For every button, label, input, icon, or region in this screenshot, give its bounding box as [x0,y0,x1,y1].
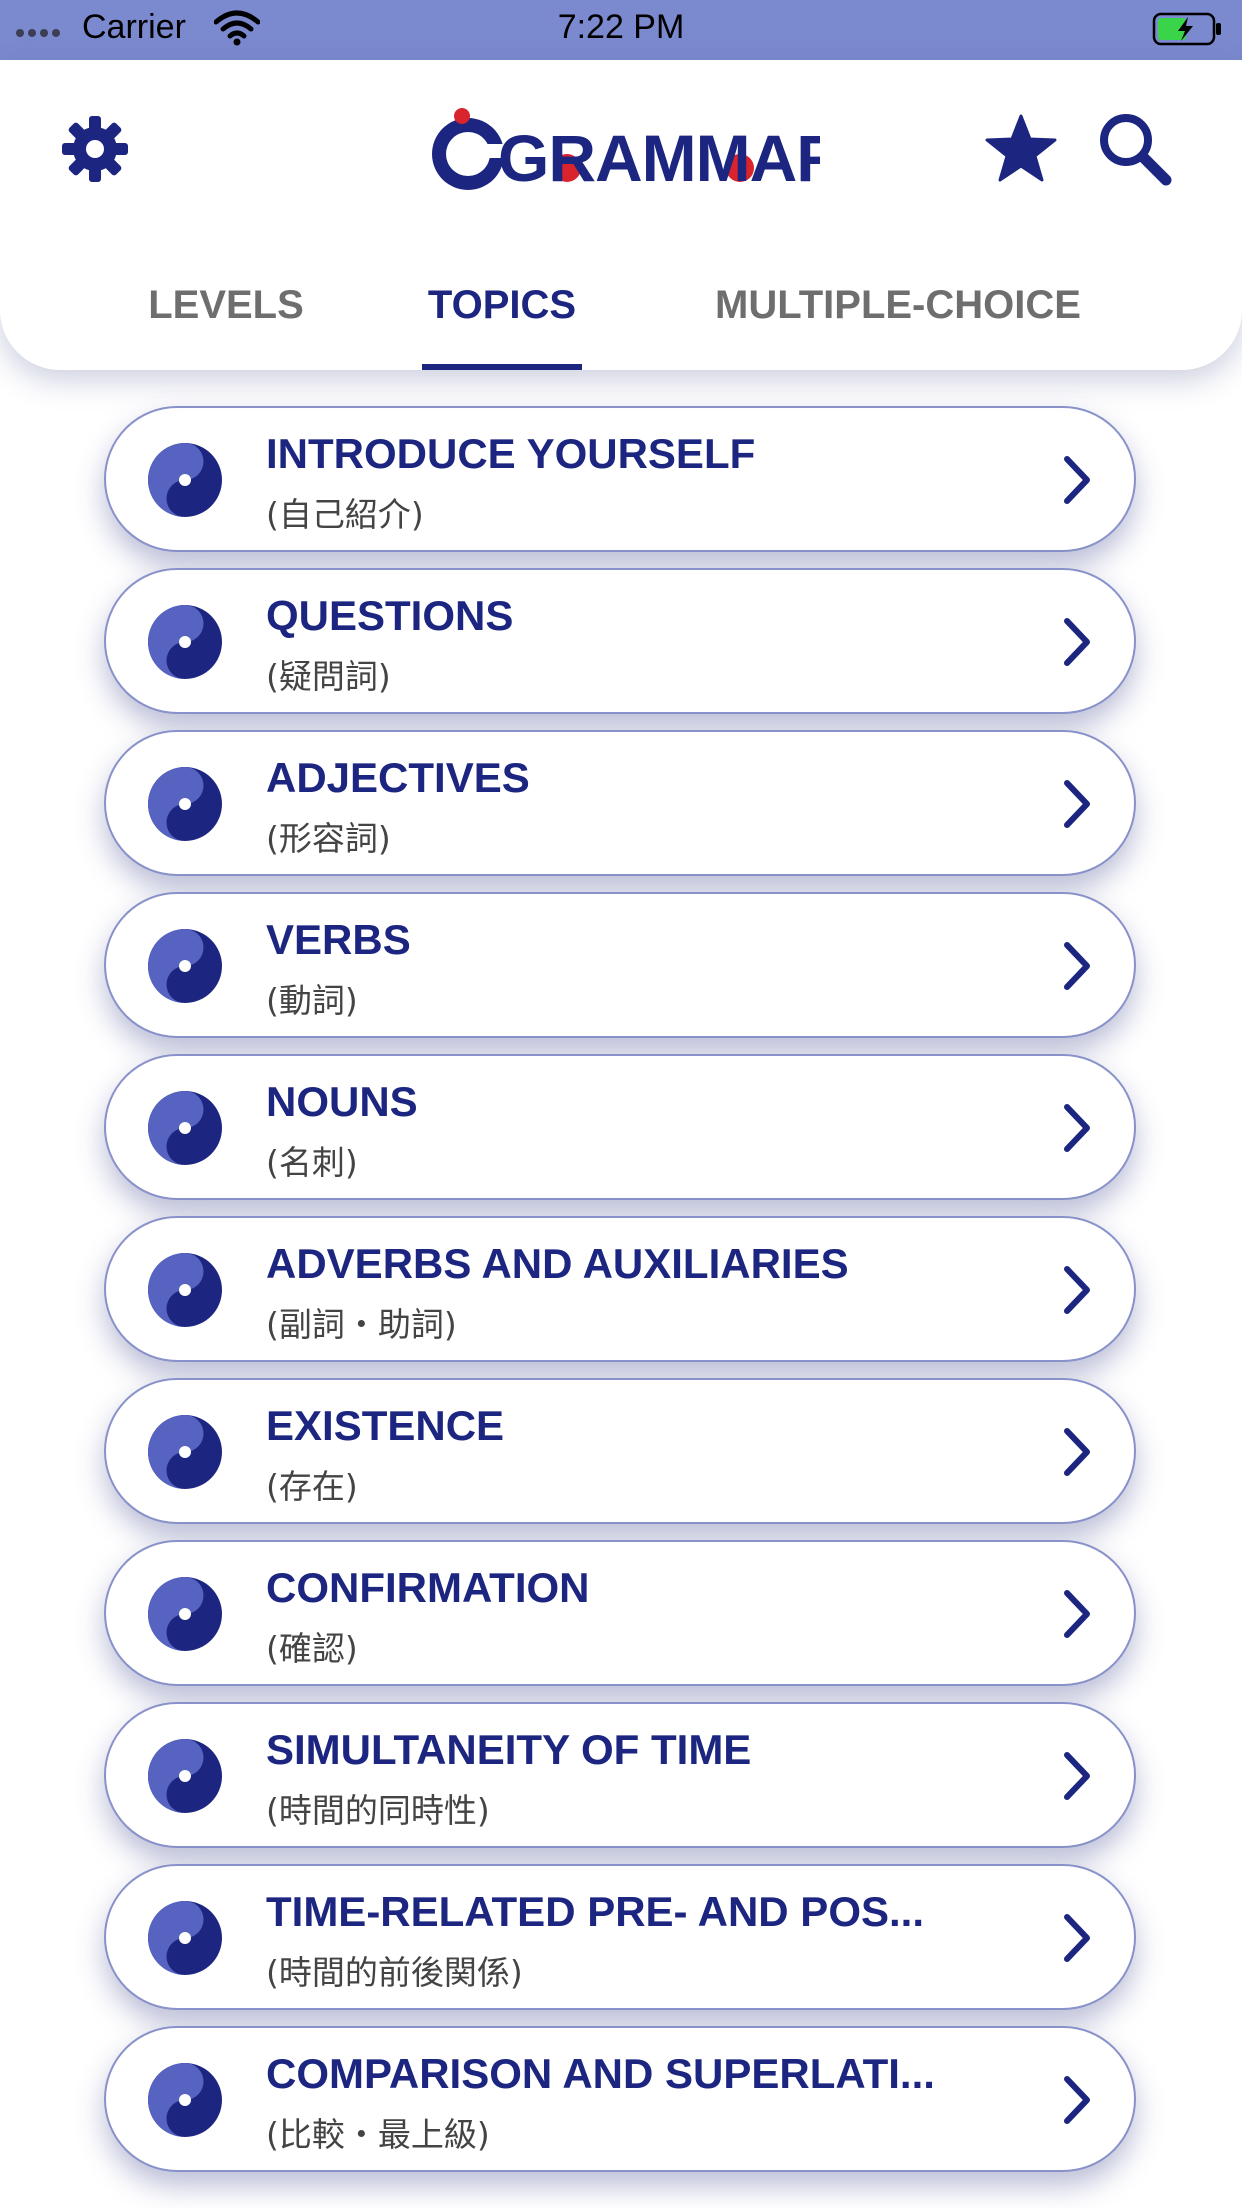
topic-subtitle: (存在) [266,1467,358,1506]
topic-subtitle: (自己紹介) [266,495,424,534]
chevron-right-icon [1062,778,1092,834]
topic-badge-icon [148,1739,222,1817]
topic-subtitle: (時間的同時性) [266,1791,490,1830]
topic-subtitle: (確認) [266,1629,358,1668]
battery-charging-icon [1152,12,1224,51]
topic-subtitle: (形容詞) [266,819,391,858]
topic-subtitle: (動詞) [266,981,358,1020]
clock: 7:22 PM [557,8,685,46]
topic-title: COMPARISON AND SUPERLATI... [266,2050,935,2097]
topic-badge-icon [148,1253,222,1331]
topic-badge-icon [148,1577,222,1655]
topic-title: INTRODUCE YOURSELF [266,430,756,477]
topic-item[interactable]: NOUNS (名刺) [104,1054,1136,1200]
topic-item[interactable]: ADJECTIVES (形容詞) [104,730,1136,876]
status-bar: Carrier 7:22 PM [0,0,1242,60]
tab-levels[interactable]: LEVELS [146,260,306,370]
topic-item[interactable]: EXISTENCE (存在) [104,1378,1136,1524]
tab-multiple-choice[interactable]: MULTIPLE-CHOICE [698,260,1098,370]
chevron-right-icon [1062,1426,1092,1482]
chevron-right-icon [1062,1750,1092,1806]
topic-title: QUESTIONS [266,592,514,639]
chevron-right-icon [1062,454,1092,510]
topic-badge-icon [148,1901,222,1979]
topic-badge-icon [148,605,222,683]
topic-subtitle: (時間的前後関係) [266,1953,523,1992]
topic-subtitle: (疑問詞) [266,657,391,696]
app-header: GRAMMAR LEVELS TOPICS MULTIPLE-CHOICE [0,60,1242,370]
tab-bar: LEVELS TOPICS MULTIPLE-CHOICE [0,260,1242,370]
topic-title: ADJECTIVES [266,754,530,801]
topic-subtitle: (副詞・助詞) [266,1305,457,1344]
chevron-right-icon [1062,1264,1092,1320]
gear-icon[interactable] [58,112,132,190]
topic-title: CONFIRMATION [266,1564,590,1611]
logo-text: GRAMMAR [498,121,820,195]
topic-title: ADVERBS AND AUXILIARIES [266,1240,849,1287]
topic-item[interactable]: TIME-RELATED PRE- AND POS... (時間的前後関係) [104,1864,1136,2010]
topic-badge-icon [148,1091,222,1169]
topic-item[interactable]: VERBS (動詞) [104,892,1136,1038]
topic-subtitle: (名刺) [266,1143,358,1182]
topic-badge-icon [148,2063,222,2141]
topic-badge-icon [148,929,222,1007]
tab-topics[interactable]: TOPICS [422,260,582,370]
chevron-right-icon [1062,940,1092,996]
topic-subtitle: (比較・最上級) [266,2115,490,2154]
topic-title: TIME-RELATED PRE- AND POS... [266,1888,925,1935]
topic-badge-icon [148,443,222,521]
topic-item[interactable]: QUESTIONS (疑問詞) [104,568,1136,714]
search-icon[interactable] [1096,110,1172,190]
topic-item[interactable]: SIMULTANEITY OF TIME (時間的同時性) [104,1702,1136,1848]
topic-item[interactable]: INTRODUCE YOURSELF (自己紹介) [104,406,1136,552]
topic-title: VERBS [266,916,411,963]
chevron-right-icon [1062,2074,1092,2130]
topic-item[interactable]: ADVERBS AND AUXILIARIES (副詞・助詞) [104,1216,1136,1362]
topic-badge-icon [148,767,222,845]
chevron-right-icon [1062,1588,1092,1644]
topic-title: NOUNS [266,1078,418,1125]
topic-badge-icon [148,1415,222,1493]
topic-item[interactable]: CONFIRMATION (確認) [104,1540,1136,1686]
topic-title: SIMULTANEITY OF TIME [266,1726,752,1773]
chevron-right-icon [1062,1102,1092,1158]
chevron-right-icon [1062,616,1092,672]
chevron-right-icon [1062,1912,1092,1968]
topic-item[interactable]: COMPARISON AND SUPERLATI... (比較・最上級) [104,2026,1136,2172]
topic-title: EXISTENCE [266,1402,505,1449]
star-icon[interactable] [985,112,1057,188]
